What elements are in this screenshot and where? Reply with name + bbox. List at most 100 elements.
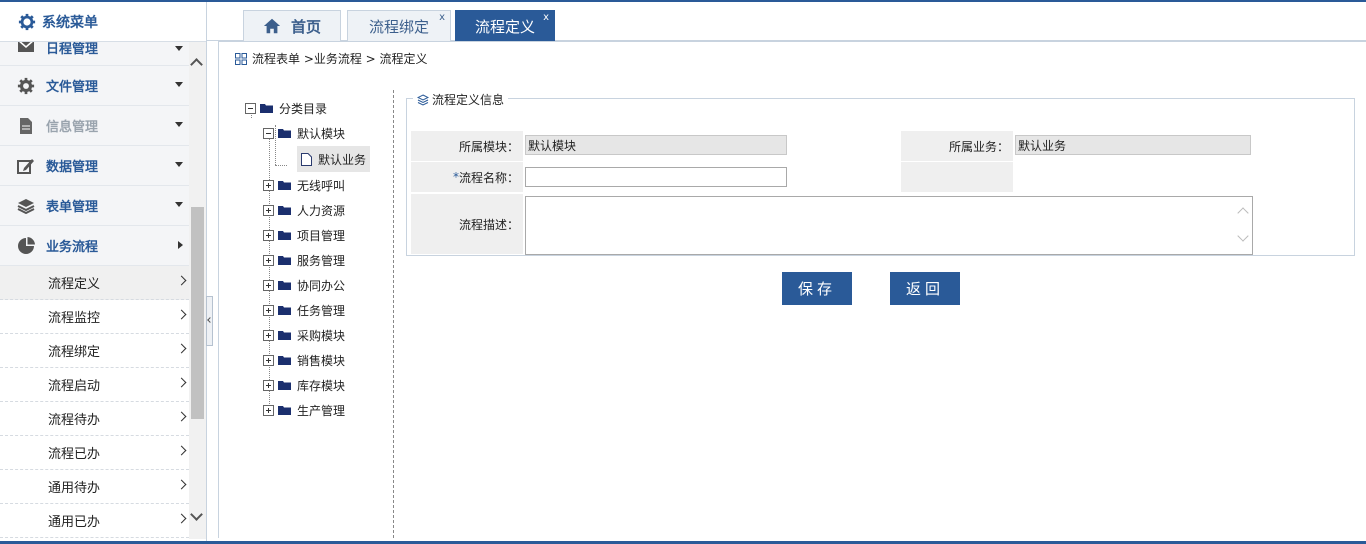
- sidebar-subitem-general-done[interactable]: 通用已办: [0, 504, 189, 538]
- sidebar-item-files[interactable]: 文件管理: [0, 66, 189, 106]
- tree-node-folder[interactable]: 服务管理: [263, 250, 345, 270]
- module-field: 默认模块: [525, 135, 787, 155]
- chevron-down-icon: [175, 122, 183, 127]
- expand-icon[interactable]: [263, 279, 274, 291]
- file-icon: [301, 152, 312, 166]
- folder-open-icon: [260, 103, 273, 113]
- tree-node-folder[interactable]: 采购模块: [263, 325, 345, 345]
- tree-node-default-module[interactable]: 默认模块: [263, 123, 345, 143]
- tree-node-default-business[interactable]: 默认业务: [297, 146, 371, 172]
- business-field: 默认业务: [1015, 135, 1251, 155]
- sidebar-subitem-flow-define[interactable]: 流程定义: [0, 266, 189, 300]
- sidebar-menu: 日程管理 文件管理 信息管理 数据管理 表单管理 业务流程 流程定义 流程监控 …: [0, 39, 189, 538]
- chevron-right-icon: [176, 411, 187, 422]
- expand-icon[interactable]: [263, 354, 274, 366]
- chevron-right-icon: [176, 343, 187, 354]
- fieldset-legend: 流程定义信息: [413, 91, 509, 108]
- close-icon[interactable]: x: [543, 13, 549, 23]
- sidebar-item-forms[interactable]: 表单管理: [0, 186, 189, 226]
- scroll-up-icon[interactable]: [1237, 207, 1249, 219]
- sidebar-header: 系统菜单: [0, 2, 206, 42]
- sidebar-collapse-handle[interactable]: [206, 296, 213, 346]
- tree-node-folder[interactable]: 协同办公: [263, 275, 345, 295]
- flow-desc-label: 流程描述：: [411, 194, 523, 254]
- tree-node-root[interactable]: 分类目录: [245, 98, 327, 118]
- chevron-down-icon: [175, 46, 183, 51]
- scrollbar-thumb[interactable]: [191, 207, 204, 419]
- chevron-down-icon: [175, 82, 183, 87]
- grid-icon: [235, 52, 247, 65]
- tree-node-folder[interactable]: 库存模块: [263, 375, 345, 395]
- tree-node-folder[interactable]: 项目管理: [263, 225, 345, 245]
- gear-icon: [18, 13, 36, 30]
- chevron-right-icon: [176, 513, 187, 524]
- sidebar-subitem-general-todo[interactable]: 通用待办: [0, 470, 189, 504]
- tree-node-folder[interactable]: 销售模块: [263, 350, 345, 370]
- expand-icon[interactable]: [263, 304, 274, 316]
- tree-node-folder[interactable]: 无线呼叫: [263, 175, 345, 195]
- business-label: 所属业务：: [901, 131, 1013, 161]
- close-icon[interactable]: x: [439, 13, 445, 23]
- sidebar-subitem-flow-bind[interactable]: 流程绑定: [0, 334, 189, 368]
- tree-node-folder[interactable]: 人力资源: [263, 200, 345, 220]
- chevron-right-icon: [176, 445, 187, 456]
- folder-icon: [278, 305, 291, 315]
- chevron-right-icon: [176, 309, 187, 320]
- expand-icon[interactable]: [263, 379, 274, 391]
- tab-flow-define[interactable]: 流程定义 x: [455, 10, 555, 41]
- sidebar-subitem-flow-todo[interactable]: 流程待办: [0, 402, 189, 436]
- sidebar: 系统菜单 日程管理 文件管理 信息管理 数据管理 表单管理 业务流程 流程定义 …: [0, 2, 207, 541]
- expand-icon[interactable]: [263, 204, 274, 216]
- folder-icon: [278, 230, 291, 240]
- folder-icon: [278, 180, 291, 190]
- gear-icon: [16, 76, 36, 96]
- sidebar-subitem-flow-done[interactable]: 流程已办: [0, 436, 189, 470]
- collapse-icon[interactable]: [263, 127, 274, 139]
- sidebar-title: 系统菜单: [42, 14, 98, 31]
- folder-icon: [278, 330, 291, 340]
- expand-icon[interactable]: [263, 179, 274, 191]
- edit-icon: [16, 156, 36, 176]
- flow-desc-textarea[interactable]: [525, 196, 1253, 255]
- tree-node-folder[interactable]: 任务管理: [263, 300, 345, 320]
- breadcrumb: 流程表单 >业务流程 > 流程定义: [235, 50, 428, 67]
- empty-cell: [901, 162, 1013, 192]
- tab-flow-bind[interactable]: 流程绑定 x: [347, 10, 451, 41]
- flow-name-input[interactable]: [525, 167, 787, 187]
- folder-icon: [278, 405, 291, 415]
- scroll-down-icon[interactable]: [190, 508, 203, 521]
- chevron-right-icon: [178, 241, 183, 249]
- sidebar-item-info[interactable]: 信息管理: [0, 106, 189, 146]
- sidebar-subitem-flow-start[interactable]: 流程启动: [0, 368, 189, 402]
- scroll-down-icon[interactable]: [1237, 230, 1249, 242]
- collapse-icon[interactable]: [245, 102, 256, 114]
- tree-node-folder[interactable]: 生产管理: [263, 400, 345, 420]
- module-label: 所属模块：: [411, 131, 523, 161]
- tab-home[interactable]: 首页: [243, 10, 341, 41]
- chevron-down-icon: [175, 162, 183, 167]
- scroll-up-icon[interactable]: [190, 58, 203, 71]
- expand-icon[interactable]: [263, 329, 274, 341]
- document-icon: [16, 116, 36, 136]
- layers-icon: [417, 93, 429, 106]
- folder-icon: [278, 280, 291, 290]
- expand-icon[interactable]: [263, 254, 274, 266]
- expand-icon[interactable]: [263, 404, 274, 416]
- tree-divider: [393, 90, 394, 538]
- folder-icon: [278, 380, 291, 390]
- back-button[interactable]: 返回: [890, 272, 960, 305]
- flow-name-label: * 流程名称：: [411, 162, 523, 192]
- sidebar-scrollbar[interactable]: [189, 42, 206, 539]
- folder-icon: [278, 205, 291, 215]
- sidebar-subitem-flow-monitor[interactable]: 流程监控: [0, 300, 189, 334]
- save-button[interactable]: 保存: [782, 272, 852, 305]
- folder-open-icon: [278, 128, 291, 138]
- sidebar-item-workflow[interactable]: 业务流程: [0, 226, 189, 266]
- pie-chart-icon: [16, 236, 36, 256]
- chevron-right-icon: [176, 275, 187, 286]
- sidebar-item-schedule[interactable]: 日程管理: [0, 39, 189, 66]
- chevron-down-icon: [175, 202, 183, 207]
- expand-icon[interactable]: [263, 229, 274, 241]
- flow-definition-fieldset: 流程定义信息 所属模块： 默认模块 所属业务： 默认业务 * 流程名称： 流程描述…: [406, 91, 1355, 256]
- sidebar-item-data[interactable]: 数据管理: [0, 146, 189, 186]
